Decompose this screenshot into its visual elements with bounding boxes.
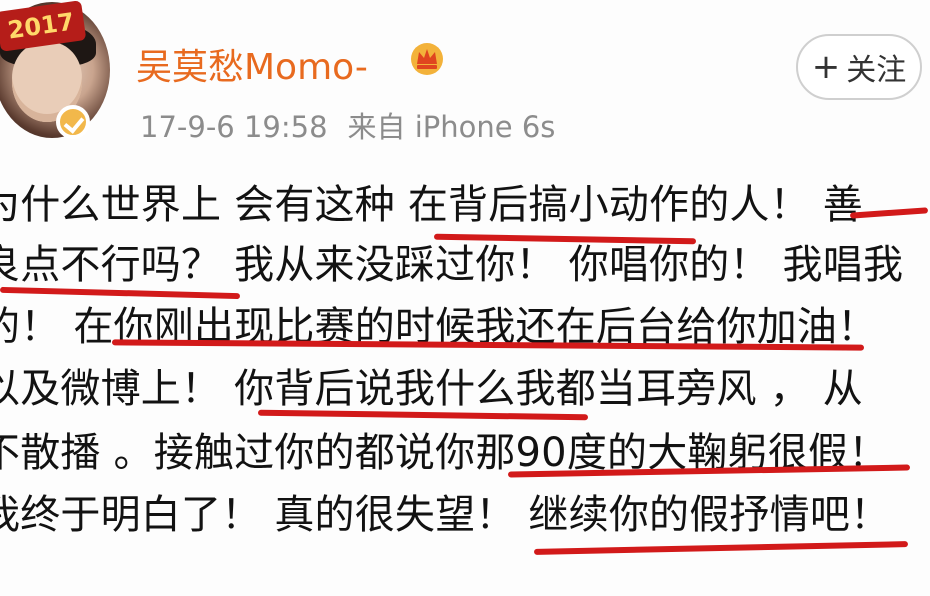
author-name[interactable]: 吴莫愁Momo-	[136, 38, 368, 90]
post-line: 不散播 。接触过你的都说你那90度的大鞠躬很假！	[0, 430, 889, 476]
follow-button[interactable]: + 关注	[796, 34, 922, 100]
crown-icon	[411, 43, 443, 75]
post-line: 为什么世界上 会有这种 在背后搞小动作的人！ 善	[0, 182, 863, 228]
post-line: 我终于明白了！ 真的很失望！ 继续你的假抒情吧！	[0, 492, 891, 538]
post-line: 的！ 在你刚出现比赛的时候我还在后台给你加油！	[0, 304, 878, 350]
post-line: 良点不行吗？ 我从来没踩过你！ 你唱你的！ 我唱我	[0, 242, 904, 288]
plus-icon: +	[811, 47, 841, 87]
follow-label: 关注	[846, 53, 907, 88]
post-timestamp: 17-9-6 19:58	[140, 110, 328, 144]
post-meta: 17-9-6 19:58 来自 iPhone 6s	[140, 104, 555, 146]
post-source[interactable]: 来自 iPhone 6s	[348, 110, 556, 144]
verified-icon	[56, 105, 90, 139]
avatar[interactable]: 2017	[0, 0, 110, 138]
weibo-post-card: 2017 吴莫愁Momo- 17-9-6 19:58 来自 iPhone 6s +…	[0, 0, 930, 596]
